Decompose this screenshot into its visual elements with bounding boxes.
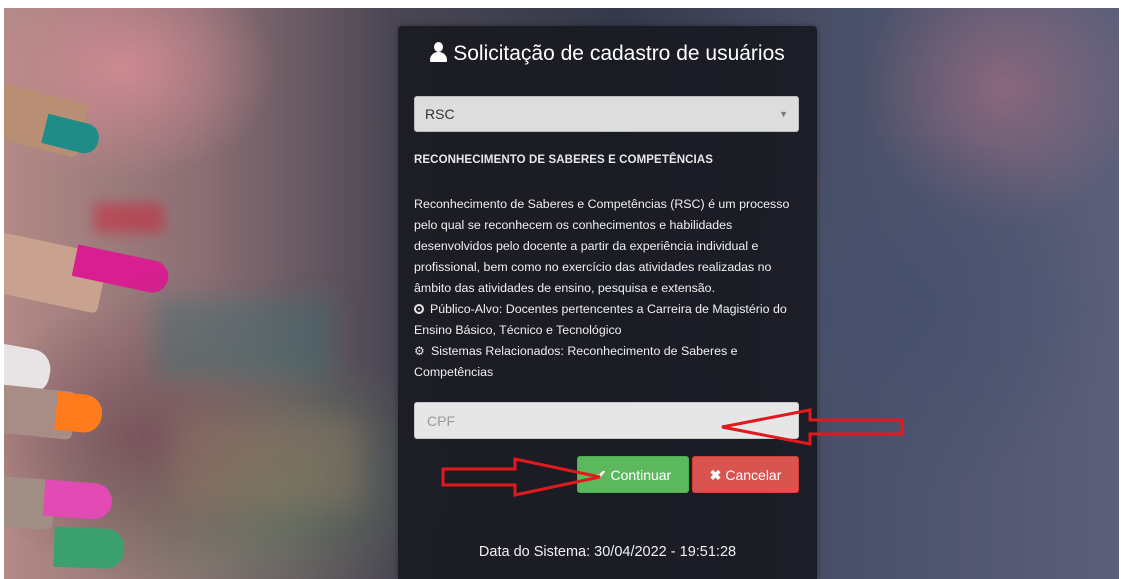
description-text: Reconhecimento de Saberes e Competências…: [414, 197, 790, 295]
times-icon: ✖: [709, 467, 722, 483]
target-audience-line: Público-Alvo: Docentes pertencentes a Ca…: [414, 299, 806, 341]
user-icon: [430, 42, 448, 62]
continue-button[interactable]: ✔ Continuar: [577, 456, 689, 493]
chevron-down-icon: ▼: [779, 109, 788, 119]
check-icon: ✔: [594, 467, 607, 483]
system-select[interactable]: RSC ▼: [414, 96, 799, 132]
dot-circle-icon: [414, 304, 424, 314]
screen: Solicitação de cadastro de usuários RSC …: [0, 0, 1124, 579]
cogs-icon: ⚙: [414, 344, 425, 358]
cpf-input[interactable]: [414, 402, 799, 439]
cancel-button-label: Cancelar: [725, 467, 782, 483]
registration-card: Solicitação de cadastro de usuários RSC …: [398, 26, 817, 579]
cancel-button[interactable]: ✖ Cancelar: [692, 456, 799, 493]
continue-button-label: Continuar: [610, 467, 672, 483]
system-description: Reconhecimento de Saberes e Competências…: [414, 194, 806, 383]
section-heading: RECONHECIMENTO DE SABERES E COMPETÊNCIAS: [414, 154, 713, 166]
target-audience-text: Público-Alvo: Docentes pertencentes a Ca…: [414, 302, 787, 337]
system-date: Data do Sistema: 30/04/2022 - 19:51:28: [478, 544, 737, 560]
page-title-text: Solicitação de cadastro de usuários: [453, 42, 785, 65]
page-title: Solicitação de cadastro de usuários: [398, 40, 817, 68]
system-select-value: RSC: [425, 106, 455, 122]
related-systems-line: ⚙ Sistemas Relacionados: Reconhecimento d…: [414, 341, 806, 383]
related-systems-text: Sistemas Relacionados: Reconhecimento de…: [414, 344, 738, 379]
